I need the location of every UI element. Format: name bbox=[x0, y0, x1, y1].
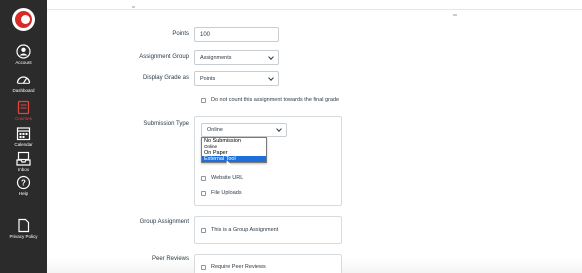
chevron-down-icon bbox=[268, 74, 274, 81]
no-count-checkbox[interactable] bbox=[201, 97, 206, 103]
peer-reviews-checkbox-label: Require Peer Reviews bbox=[211, 264, 266, 270]
submission-type-value: Online bbox=[207, 127, 223, 133]
file-uploads-row[interactable]: File Uploads bbox=[201, 190, 242, 196]
points-label: Points bbox=[172, 31, 189, 37]
global-nav: Account Dashboard Courses Calendar Inbox… bbox=[0, 0, 47, 273]
nav-label: Inbox bbox=[17, 167, 29, 172]
peer-reviews-row[interactable]: Require Peer Reviews bbox=[201, 264, 266, 270]
submission-type-select[interactable]: Online bbox=[201, 123, 287, 137]
group-assignment-checkbox-label: This is a Group Assignment bbox=[211, 227, 279, 233]
nav-calendar[interactable]: Calendar bbox=[0, 126, 47, 148]
courses-icon bbox=[17, 100, 30, 115]
divider bbox=[132, 6, 135, 8]
website-url-row[interactable]: Website URL bbox=[201, 175, 243, 181]
nav-help[interactable]: ? Help bbox=[0, 175, 47, 197]
submission-type-label: Submission Type bbox=[143, 121, 189, 127]
nav-label: Account bbox=[15, 60, 32, 65]
points-input[interactable]: 100 bbox=[194, 27, 279, 42]
nav-label: Privacy Policy bbox=[9, 234, 38, 239]
submission-type-dropdown[interactable]: No Submission Online On Paper External T… bbox=[201, 137, 267, 163]
nav-inbox[interactable]: Inbox bbox=[0, 151, 47, 173]
no-count-checkbox-row[interactable]: Do not count this assignment towards the… bbox=[201, 97, 339, 103]
display-grade-value: Points bbox=[200, 75, 216, 82]
display-grade-label: Display Grade as bbox=[142, 75, 189, 81]
assignment-group-select[interactable]: Assignments bbox=[194, 50, 279, 65]
help-icon: ? bbox=[16, 175, 31, 190]
nav-label: Help bbox=[18, 191, 29, 196]
file-uploads-label: File Uploads bbox=[211, 190, 242, 196]
website-url-label: Website URL bbox=[211, 175, 244, 181]
chevron-down-icon bbox=[276, 126, 282, 132]
nav-label: Calendar bbox=[14, 142, 33, 147]
group-assignment-row[interactable]: This is a Group Assignment bbox=[201, 227, 278, 233]
option-external-tool[interactable]: External Tool bbox=[202, 156, 266, 162]
peer-reviews-label: Peer Reviews bbox=[151, 256, 189, 262]
website-url-checkbox[interactable] bbox=[201, 175, 206, 181]
top-strip bbox=[47, 0, 582, 10]
file-uploads-checkbox[interactable] bbox=[201, 190, 206, 196]
assignment-group-value: Assignments bbox=[200, 54, 232, 61]
nav-courses[interactable]: Courses bbox=[0, 100, 47, 122]
no-count-label: Do not count this assignment towards the… bbox=[211, 97, 340, 103]
points-value: 100 bbox=[200, 31, 211, 38]
logo-icon[interactable] bbox=[12, 8, 35, 31]
divider bbox=[453, 14, 457, 16]
assignment-group-label: Assignment Group bbox=[139, 54, 189, 60]
display-grade-select[interactable]: Points bbox=[194, 71, 279, 86]
chevron-down-icon bbox=[268, 53, 274, 60]
group-assignment-checkbox[interactable] bbox=[201, 227, 206, 233]
nav-label: Dashboard bbox=[12, 88, 35, 93]
calendar-icon bbox=[16, 127, 31, 141]
group-assignment-label: Group Assignment bbox=[139, 219, 189, 225]
inbox-icon bbox=[16, 151, 31, 166]
svg-text:?: ? bbox=[21, 178, 26, 187]
peer-reviews-checkbox[interactable] bbox=[201, 264, 206, 270]
